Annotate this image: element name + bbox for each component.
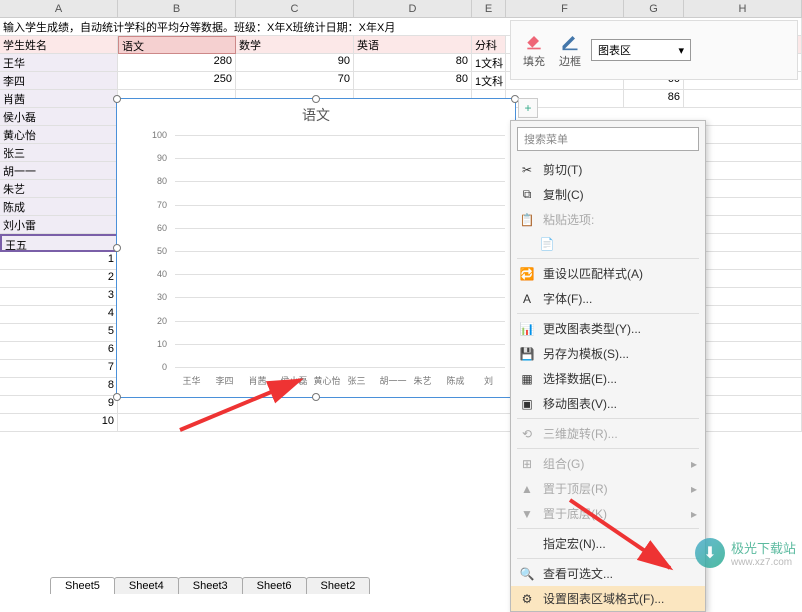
- hdr-english[interactable]: 英语: [354, 36, 472, 54]
- chart-mini-toolbar: 填充 边框 图表区▾: [510, 20, 798, 80]
- sheet-tab-bar: Sheet5 Sheet4 Sheet3 Sheet6 Sheet2: [50, 577, 369, 594]
- chevron-right-icon: ▸: [691, 482, 697, 496]
- menu-copy[interactable]: ⧉复制(C): [511, 182, 705, 207]
- scissors-icon: ✂: [519, 162, 535, 178]
- col-header-d[interactable]: D: [354, 0, 472, 17]
- col-header-c[interactable]: C: [236, 0, 354, 17]
- copy-icon: ⧉: [519, 187, 535, 203]
- sheet-tab[interactable]: Sheet2: [306, 577, 371, 594]
- menu-send-back: ▼置于底层(K)▸: [511, 501, 705, 526]
- save-icon: 💾: [519, 346, 535, 362]
- watermark: ⬇ 极光下载站 www.xz7.com: [695, 538, 796, 568]
- column-header-row: A B C D E F G H: [0, 0, 802, 18]
- move-icon: ▣: [519, 396, 535, 412]
- sheet-tab[interactable]: Sheet3: [178, 577, 243, 594]
- menu-save-template[interactable]: 💾另存为模板(S)...: [511, 341, 705, 366]
- paint-bucket-icon: [524, 31, 544, 51]
- font-icon: A: [519, 291, 535, 307]
- pen-icon: [560, 31, 580, 51]
- menu-assign-macro[interactable]: 指定宏(N)...: [511, 531, 705, 556]
- menu-format-chart-area[interactable]: ⚙设置图表区域格式(F)...: [511, 586, 705, 611]
- chart-element-combo[interactable]: 图表区▾: [591, 39, 691, 61]
- download-icon: ⬇: [695, 538, 725, 568]
- col-header-h[interactable]: H: [684, 0, 802, 17]
- search-icon: 🔍: [519, 566, 535, 582]
- col-header-e[interactable]: E: [472, 0, 506, 17]
- menu-reset-style[interactable]: 🔁重设以匹配样式(A): [511, 261, 705, 286]
- chart-title: 语文: [117, 105, 515, 125]
- chart-plot-area: 0102030405060708090100: [147, 135, 505, 367]
- name-cell[interactable]: 王华: [0, 54, 118, 72]
- chart-type-icon: 📊: [519, 321, 535, 337]
- chart-quick-buttons: +: [518, 98, 540, 121]
- fill-button[interactable]: 填充: [519, 29, 549, 71]
- hdr-name[interactable]: 学生姓名: [0, 36, 118, 54]
- format-icon: ⚙: [519, 591, 535, 607]
- col-header-a[interactable]: A: [0, 0, 118, 17]
- menu-group: ⊞组合(G)▸: [511, 451, 705, 476]
- context-menu: 搜索菜单 ✂剪切(T) ⧉复制(C) 📋粘贴选项: 📄 🔁重设以匹配样式(A) …: [510, 120, 706, 612]
- select-data-icon: ▦: [519, 371, 535, 387]
- chevron-down-icon: ▾: [678, 44, 684, 57]
- embedded-chart[interactable]: 语文 0102030405060708090100 王华李四肖茜侯小磊黄心怡张三…: [116, 98, 516, 398]
- menu-change-chart-type[interactable]: 📊更改图表类型(Y)...: [511, 316, 705, 341]
- hdr-chinese[interactable]: 语文: [118, 36, 236, 54]
- back-icon: ▼: [519, 506, 535, 522]
- chevron-right-icon: ▸: [691, 457, 697, 471]
- menu-move-chart[interactable]: ▣移动图表(V)...: [511, 391, 705, 416]
- reset-icon: 🔁: [519, 266, 535, 282]
- chevron-right-icon: ▸: [691, 507, 697, 521]
- menu-bring-front: ▲置于顶层(R)▸: [511, 476, 705, 501]
- name-cell[interactable]: 李四: [0, 72, 118, 90]
- group-icon: ⊞: [519, 456, 535, 472]
- menu-rotate-3d: ⟲三维旋转(R)...: [511, 421, 705, 446]
- sheet-tab[interactable]: Sheet4: [114, 577, 179, 594]
- menu-view-optional[interactable]: 🔍查看可选文...: [511, 561, 705, 586]
- hdr-math[interactable]: 数学: [236, 36, 354, 54]
- rotate-icon: ⟲: [519, 426, 535, 442]
- col-header-f[interactable]: F: [506, 0, 624, 17]
- menu-paste-options: 📋粘贴选项:: [511, 207, 705, 232]
- col-header-g[interactable]: G: [624, 0, 684, 17]
- sheet-tab[interactable]: Sheet6: [242, 577, 307, 594]
- border-button[interactable]: 边框: [555, 29, 585, 71]
- menu-select-data[interactable]: ▦选择数据(E)...: [511, 366, 705, 391]
- hdr-subject[interactable]: 分科: [472, 36, 506, 54]
- menu-font[interactable]: A字体(F)...: [511, 286, 705, 311]
- col-header-b[interactable]: B: [118, 0, 236, 17]
- menu-cut[interactable]: ✂剪切(T): [511, 157, 705, 182]
- chart-elements-button[interactable]: +: [518, 98, 538, 118]
- paste-plain-icon: 📄: [539, 236, 555, 252]
- sheet-tab[interactable]: Sheet5: [50, 577, 115, 594]
- plus-icon: +: [524, 101, 531, 115]
- menu-search-input[interactable]: 搜索菜单: [517, 127, 699, 151]
- front-icon: ▲: [519, 481, 535, 497]
- clipboard-icon: 📋: [519, 212, 535, 228]
- menu-paste-icon: 📄: [511, 232, 705, 256]
